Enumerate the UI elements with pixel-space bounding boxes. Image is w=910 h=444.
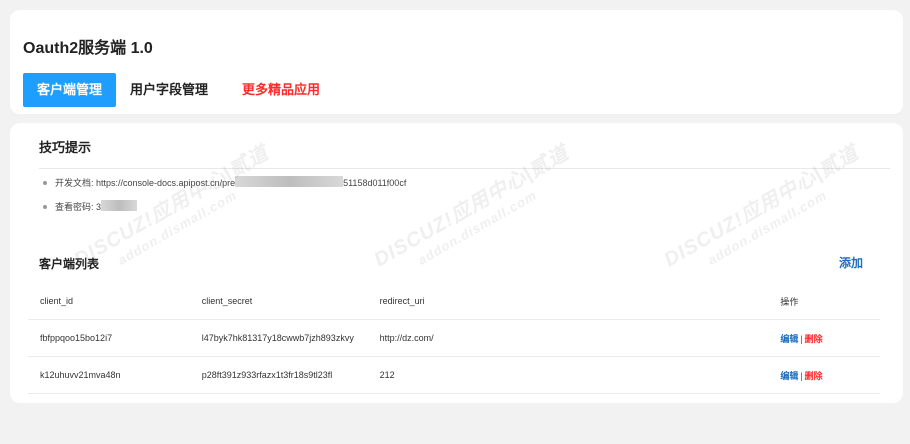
tip-item-docs: 开发文档: https://console-docs.apipost.cn/pr… — [43, 176, 406, 200]
app-header-card: Oauth2服务端 1.0 客户端管理 用户字段管理 更多精品应用 — [10, 10, 903, 114]
table-row: fbfppqoo15bo12i7 l47byk7hk81317y18cwwb7j… — [28, 319, 880, 357]
add-client-button[interactable]: 添加 — [839, 254, 863, 271]
delete-link[interactable]: 删除 — [805, 371, 823, 381]
bullet-icon — [43, 205, 47, 209]
table-header-row: client_id client_secret redirect_uri 操作 — [28, 283, 880, 320]
tip-item-password: 查看密码: 3 — [43, 200, 406, 224]
column-header-actions: 操作 — [768, 283, 880, 320]
client-list-title: 客户端列表 — [39, 257, 100, 271]
tips-list: 开发文档: https://console-docs.apipost.cn/pr… — [43, 176, 406, 224]
tip-docs-text: 开发文档: https://console-docs.apipost.cn/pr… — [55, 178, 236, 188]
main-content-card: 技巧提示 开发文档: https://console-docs.apipost.… — [10, 123, 903, 403]
column-header-client-secret: client_secret — [189, 283, 368, 320]
cell-actions: 编辑 | 删除 — [768, 356, 880, 394]
table-row: k12uhuvv21mva48n p28ft391z933rfazx1t3fr1… — [28, 356, 880, 394]
cell-client-secret: p28ft391z933rfazx1t3fr18s9tl23fl — [189, 356, 368, 394]
action-separator: | — [800, 370, 803, 381]
redacted-block — [101, 200, 138, 211]
cell-client-id: k12uhuvv21mva48n — [28, 356, 190, 394]
column-header-client-id: client_id — [28, 283, 190, 320]
edit-link[interactable]: 编辑 — [780, 334, 798, 344]
tab-bar: 客户端管理 用户字段管理 更多精品应用 — [23, 73, 334, 107]
cell-client-secret: l47byk7hk81317y18cwwb7jzh893zkvy — [189, 319, 368, 357]
bullet-icon — [43, 181, 47, 185]
app-title: Oauth2服务端 1.0 — [23, 40, 153, 57]
tab-more-apps[interactable]: 更多精品应用 — [228, 73, 334, 107]
tip-password-text: 查看密码: 3 — [55, 202, 102, 212]
tips-title: 技巧提示 — [39, 140, 92, 155]
redacted-block — [235, 176, 344, 187]
tab-client-management[interactable]: 客户端管理 — [23, 73, 117, 107]
cell-redirect-uri: 212 — [367, 356, 769, 394]
tab-user-field-management[interactable]: 用户字段管理 — [116, 73, 222, 107]
edit-link[interactable]: 编辑 — [780, 371, 798, 381]
cell-actions: 编辑 | 删除 — [768, 319, 880, 357]
cell-client-id: fbfppqoo15bo12i7 — [28, 319, 190, 357]
tips-divider — [39, 168, 890, 169]
action-separator: | — [800, 333, 803, 344]
tip-docs-suffix: 51158d011f00cf — [343, 178, 407, 188]
column-header-redirect-uri: redirect_uri — [367, 283, 769, 320]
client-table: client_id client_secret redirect_uri 操作 … — [28, 283, 880, 394]
delete-link[interactable]: 删除 — [805, 334, 823, 344]
cell-redirect-uri: http://dz.com/ — [367, 319, 769, 357]
